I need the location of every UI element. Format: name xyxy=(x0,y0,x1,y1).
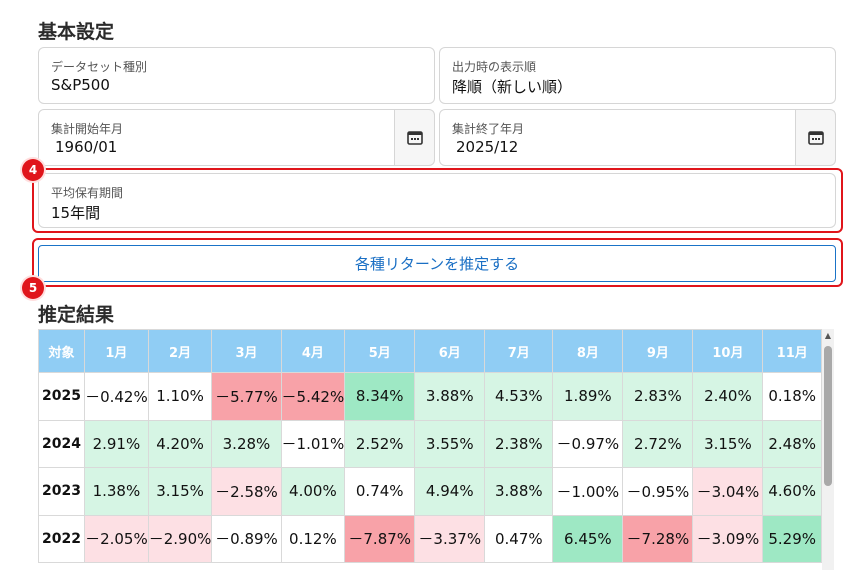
table-header-row: 対象 1月 2月 3月 4月 5月 6月 7月 8月 9月 10月 11月 xyxy=(38,329,822,373)
return-cell: 2.38% xyxy=(484,419,554,468)
row-year: 2023 xyxy=(38,467,86,516)
return-cell: －0.95% xyxy=(622,467,694,516)
return-cell: 0.18% xyxy=(762,372,822,421)
return-cell: －2.05% xyxy=(84,514,149,563)
return-cell: 3.55% xyxy=(414,419,486,468)
table-row: 2022 －2.05% －2.90% －0.89% 0.12% －7.87% －3.37% 0… xyxy=(38,514,822,563)
holding-period-label: 平均保有期間 xyxy=(51,186,124,200)
row-year: 2025 xyxy=(38,372,86,421)
calendar-icon xyxy=(406,131,423,145)
return-cell: 4.53% xyxy=(484,372,554,421)
table-row: 2025 －0.42% 1.10% －5.77% －5.42% 8.34% 3.88% 4.5… xyxy=(38,372,822,421)
order-select[interactable]: 出力時の表示順 降順（新しい順） xyxy=(439,47,836,104)
table-row: 2024 2.91% 4.20% 3.28% －1.01% 2.52% 3.55% 2.38%… xyxy=(38,419,822,468)
return-cell: －5.77% xyxy=(211,372,282,421)
return-cell: －0.89% xyxy=(211,514,282,563)
return-cell: 0.12% xyxy=(280,514,346,563)
holding-period-value: 15年間 xyxy=(51,204,101,222)
estimate-returns-button[interactable]: 各種リターンを推定する xyxy=(38,245,836,282)
column-header-month: 5月 xyxy=(344,329,416,373)
dataset-label: データセット種別 xyxy=(51,60,148,74)
end-month-input[interactable]: 集計終了年月 2025/12 xyxy=(439,109,796,166)
return-cell: 2.83% xyxy=(622,372,694,421)
return-cell: －2.90% xyxy=(147,514,213,563)
return-cell: 2.52% xyxy=(344,419,416,468)
return-cell: 8.34% xyxy=(344,372,416,421)
return-cell: －3.37% xyxy=(414,514,486,563)
column-header-month: 2月 xyxy=(147,329,213,373)
return-cell: 4.20% xyxy=(147,419,213,468)
chevron-up-icon[interactable]: ▲ xyxy=(822,331,834,340)
scrollbar-thumb[interactable] xyxy=(824,346,832,486)
column-header-month: 11月 xyxy=(762,329,822,373)
return-cell: －5.42% xyxy=(280,372,346,421)
start-month-label: 集計開始年月 xyxy=(51,122,124,136)
return-cell: 2.40% xyxy=(692,372,764,421)
return-cell: 4.00% xyxy=(280,467,346,516)
column-header-month: 10月 xyxy=(692,329,764,373)
return-cell: －3.09% xyxy=(692,514,764,563)
callout-badge-4: 4 xyxy=(22,159,44,181)
order-value: 降順（新しい順） xyxy=(452,78,573,96)
calendar-icon xyxy=(807,131,824,145)
return-cell: 2.91% xyxy=(84,419,149,468)
column-header-month: 7月 xyxy=(484,329,554,373)
return-cell: 3.28% xyxy=(211,419,282,468)
end-month-value: 2025/12 xyxy=(456,138,519,156)
return-cell: 1.38% xyxy=(84,467,149,516)
return-cell: －0.42% xyxy=(84,372,149,421)
return-cell: 5.29% xyxy=(762,514,822,563)
return-cell: 3.15% xyxy=(692,419,764,468)
column-header-month: 3月 xyxy=(211,329,282,373)
return-cell: －7.28% xyxy=(622,514,694,563)
column-header-target: 対象 xyxy=(38,329,86,373)
return-cell: －7.87% xyxy=(344,514,416,563)
end-calendar-button[interactable] xyxy=(795,109,836,166)
row-year: 2024 xyxy=(38,419,86,468)
end-month-label: 集計終了年月 xyxy=(452,122,525,136)
return-cell: 1.10% xyxy=(147,372,213,421)
results-table-container[interactable]: 対象 1月 2月 3月 4月 5月 6月 7月 8月 9月 10月 11月 2025 －0.42% 1.1… xyxy=(38,329,822,570)
column-header-month: 6月 xyxy=(414,329,486,373)
return-cell: 2.72% xyxy=(622,419,694,468)
basic-settings-title: 基本設定 xyxy=(38,21,115,43)
row-year: 2022 xyxy=(38,514,86,563)
holding-period-input[interactable]: 平均保有期間 15年間 xyxy=(38,173,836,228)
return-cell: －1.00% xyxy=(552,467,624,516)
column-header-month: 1月 xyxy=(84,329,149,373)
return-cell: 2.48% xyxy=(762,419,822,468)
return-cell: 4.94% xyxy=(414,467,486,516)
return-cell: 0.47% xyxy=(484,514,554,563)
start-month-input[interactable]: 集計開始年月 1960/01 xyxy=(38,109,395,166)
order-label: 出力時の表示順 xyxy=(452,60,537,74)
column-header-month: 8月 xyxy=(552,329,624,373)
return-cell: 3.88% xyxy=(414,372,486,421)
dataset-select[interactable]: データセット種別 S&P500 xyxy=(38,47,435,104)
return-cell: 0.74% xyxy=(344,467,416,516)
return-cell: 3.15% xyxy=(147,467,213,516)
return-cell: 6.45% xyxy=(552,514,624,563)
return-cell: －2.58% xyxy=(211,467,282,516)
callout-badge-5: 5 xyxy=(22,277,44,299)
table-body: 2025 －0.42% 1.10% －5.77% －5.42% 8.34% 3.88% 4.5… xyxy=(38,372,822,563)
return-cell: －0.97% xyxy=(552,419,624,468)
vertical-scrollbar[interactable]: ▲ xyxy=(822,329,834,570)
table-row: 2023 1.38% 3.15% －2.58% 4.00% 0.74% 4.94% 3.88%… xyxy=(38,467,822,516)
return-cell: －3.04% xyxy=(692,467,764,516)
column-header-month: 9月 xyxy=(622,329,694,373)
start-calendar-button[interactable] xyxy=(394,109,435,166)
dataset-value: S&P500 xyxy=(51,76,110,94)
return-cell: －1.01% xyxy=(280,419,346,468)
column-header-month: 4月 xyxy=(280,329,346,373)
results-table: 対象 1月 2月 3月 4月 5月 6月 7月 8月 9月 10月 11月 2025 －0.42% 1.1… xyxy=(38,329,822,563)
results-title: 推定結果 xyxy=(38,304,115,326)
start-month-value: 1960/01 xyxy=(55,138,118,156)
return-cell: 4.60% xyxy=(762,467,822,516)
return-cell: 3.88% xyxy=(484,467,554,516)
return-cell: 1.89% xyxy=(552,372,624,421)
